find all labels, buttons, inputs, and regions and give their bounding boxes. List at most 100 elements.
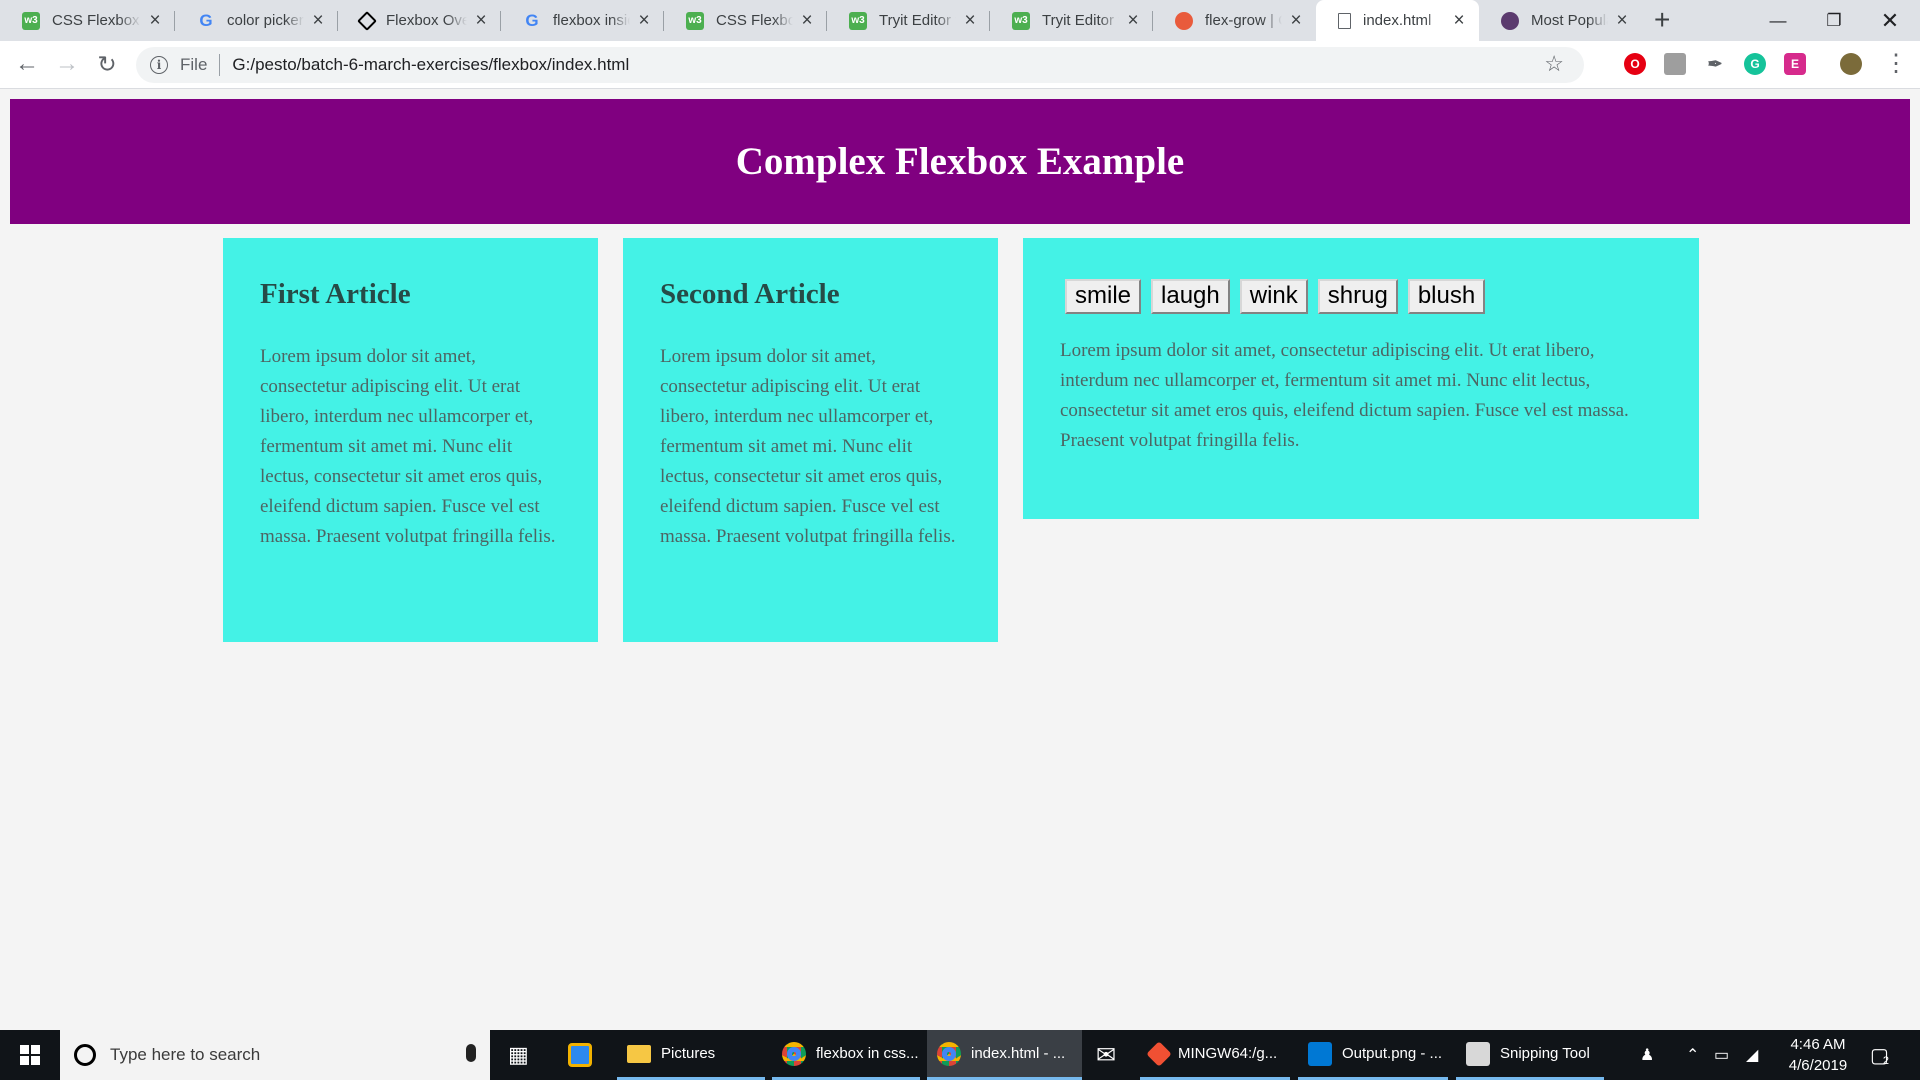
grammarly-icon[interactable]: G [1744, 53, 1766, 75]
article-first: First Article Lorem ipsum dolor sit amet… [223, 238, 598, 642]
taskbar-clock[interactable]: 4:46 AM 4/6/2019 [1770, 1034, 1866, 1076]
eyedropper-icon[interactable]: ✒ [1704, 53, 1726, 75]
folder-icon [627, 1044, 651, 1063]
blush-button[interactable]: blush [1407, 279, 1486, 314]
shrug-button[interactable]: shrug [1317, 279, 1398, 314]
article-body: Lorem ipsum dolor sit amet, consectetur … [260, 346, 556, 547]
tab-tryit-editor-2[interactable]: w3 Tryit Editor v × [990, 0, 1153, 41]
laugh-button[interactable]: laugh [1151, 279, 1230, 314]
tab-css-flexbox-1[interactable]: w3 CSS Flexbox × [0, 0, 175, 41]
tab-tryit-editor-1[interactable]: w3 Tryit Editor v × [827, 0, 990, 41]
battery-icon[interactable]: ▭ [1714, 1030, 1729, 1080]
page-title: Complex Flexbox Example [735, 140, 1185, 183]
task-view-icon[interactable]: ▦ [508, 1030, 529, 1080]
close-icon[interactable]: × [310, 11, 326, 30]
tab-title: Tryit Editor v [1042, 12, 1119, 29]
microphone-icon[interactable] [466, 1044, 476, 1062]
tab-title: Tryit Editor v [879, 12, 956, 29]
tab-title: flexbox inside [553, 12, 630, 29]
action-center-icon[interactable]: ▢ 2 [1870, 1030, 1889, 1080]
tab-title: Most Popula [1531, 12, 1608, 29]
article-title: Second Article [660, 278, 840, 310]
close-icon[interactable]: × [1451, 11, 1467, 30]
start-button[interactable] [0, 1030, 60, 1080]
wifi-icon[interactable]: ◢ [1746, 1030, 1758, 1080]
taskbar-app-git-bash[interactable]: MINGW64:/g... [1140, 1030, 1290, 1080]
close-icon[interactable]: × [473, 11, 489, 30]
w3schools-icon: w3 [1012, 11, 1030, 30]
w3schools-icon: w3 [22, 11, 40, 30]
taskbar-search[interactable]: Type here to search [60, 1030, 490, 1080]
taskbar-app-vscode[interactable]: Output.png - ... [1298, 1030, 1448, 1080]
tab-strip: w3 CSS Flexbox × G color picker × Flexbo… [0, 0, 1920, 41]
close-icon[interactable]: × [799, 11, 815, 30]
chrome-icon [782, 1041, 806, 1066]
back-arrow-icon[interactable]: ← [12, 49, 42, 79]
tab-most-popular[interactable]: Most Popula × [1479, 0, 1642, 41]
close-icon[interactable]: × [147, 11, 163, 30]
css-tricks-icon [1175, 11, 1193, 30]
menu-dots-icon[interactable]: ⋮ [1884, 49, 1908, 78]
tab-flex-grow[interactable]: flex-grow | C × [1153, 0, 1316, 41]
close-icon[interactable]: × [1125, 11, 1141, 30]
tab-title: color picker [227, 12, 304, 29]
info-icon[interactable]: i [150, 56, 168, 74]
forward-arrow-icon[interactable]: → [52, 49, 82, 79]
close-icon[interactable]: × [962, 11, 978, 30]
document-icon [1338, 12, 1351, 29]
extension-e-icon[interactable]: E [1784, 53, 1806, 75]
google-icon: G [525, 10, 539, 30]
extension-icon[interactable] [1664, 53, 1686, 75]
snipping-tool-icon [1466, 1041, 1490, 1066]
tab-css-flexbox-2[interactable]: w3 CSS Flexbox × [664, 0, 827, 41]
article-body: Lorem ipsum dolor sit amet, consectetur … [1060, 340, 1629, 451]
people-icon[interactable]: ♟ [1640, 1030, 1654, 1080]
url-text[interactable]: G:/pesto/batch-6-march-exercises/flexbox… [232, 55, 629, 75]
close-icon[interactable]: × [1288, 11, 1304, 30]
smile-button[interactable]: smile [1065, 279, 1142, 314]
taskbar-app-label: Snipping Tool [1500, 1045, 1590, 1062]
article-third: smile laugh wink shrug blush Lorem ipsum… [1023, 238, 1699, 519]
search-placeholder: Type here to search [110, 1045, 261, 1064]
taskbar-app-pictures[interactable]: Pictures [617, 1030, 765, 1080]
tab-flexbox-inside[interactable]: G flexbox inside × [501, 0, 664, 41]
opera-extension-icon[interactable]: O [1624, 53, 1646, 75]
reload-icon[interactable]: ↻ [92, 49, 122, 79]
git-icon [1146, 1040, 1172, 1067]
w3schools-icon: w3 [849, 11, 867, 30]
windows-taskbar: Type here to search ▦ Pictures flexbox i… [0, 1030, 1920, 1080]
taskbar-app-chrome-index[interactable]: index.html - ... [927, 1030, 1082, 1080]
restore-icon[interactable]: ❐ [1806, 0, 1862, 41]
tab-title: index.html [1363, 12, 1432, 29]
chrome-icon [937, 1041, 961, 1066]
close-icon[interactable]: × [636, 11, 652, 30]
site-icon [1501, 11, 1519, 30]
codepen-icon [357, 10, 377, 31]
profile-avatar[interactable] [1840, 53, 1862, 75]
minimize-icon[interactable]: — [1750, 0, 1806, 41]
store-icon[interactable] [568, 1030, 592, 1080]
taskbar-app-label: MINGW64:/g... [1178, 1045, 1278, 1062]
close-icon[interactable]: × [1614, 11, 1630, 30]
tab-title: CSS Flexbox [716, 12, 793, 29]
tab-color-picker[interactable]: G color picker × [175, 0, 338, 41]
tab-flexbox-overview[interactable]: Flexbox Overview × [338, 0, 501, 41]
article-title: First Article [260, 278, 411, 310]
windows-logo-icon [20, 1045, 40, 1065]
taskbar-app-snipping-tool[interactable]: Snipping Tool [1456, 1030, 1604, 1080]
tab-title: flex-grow | C [1205, 12, 1282, 29]
chevron-up-icon[interactable]: ⌃ [1686, 1030, 1699, 1080]
tab-index-html[interactable]: index.html × [1316, 0, 1479, 41]
tab-title: Flexbox Overview [386, 12, 467, 29]
address-bar[interactable]: i File G:/pesto/batch-6-march-exercises/… [136, 47, 1584, 83]
taskbar-app-label: Output.png - ... [1342, 1045, 1443, 1062]
new-tab-plus-icon[interactable]: + [1654, 4, 1670, 36]
window-close-icon[interactable]: ✕ [1862, 0, 1918, 41]
wink-button[interactable]: wink [1239, 279, 1308, 314]
taskbar-app-label: index.html - ... [971, 1045, 1066, 1062]
taskbar-app-chrome-flexbox[interactable]: flexbox in css... [772, 1030, 920, 1080]
mail-icon[interactable]: ✉ [1096, 1030, 1116, 1080]
bookmark-star-icon[interactable]: ☆ [1544, 51, 1564, 77]
browser-toolbar: ← → ↻ i File G:/pesto/batch-6-march-exer… [0, 41, 1920, 89]
taskbar-app-label: flexbox in css... [816, 1045, 919, 1062]
